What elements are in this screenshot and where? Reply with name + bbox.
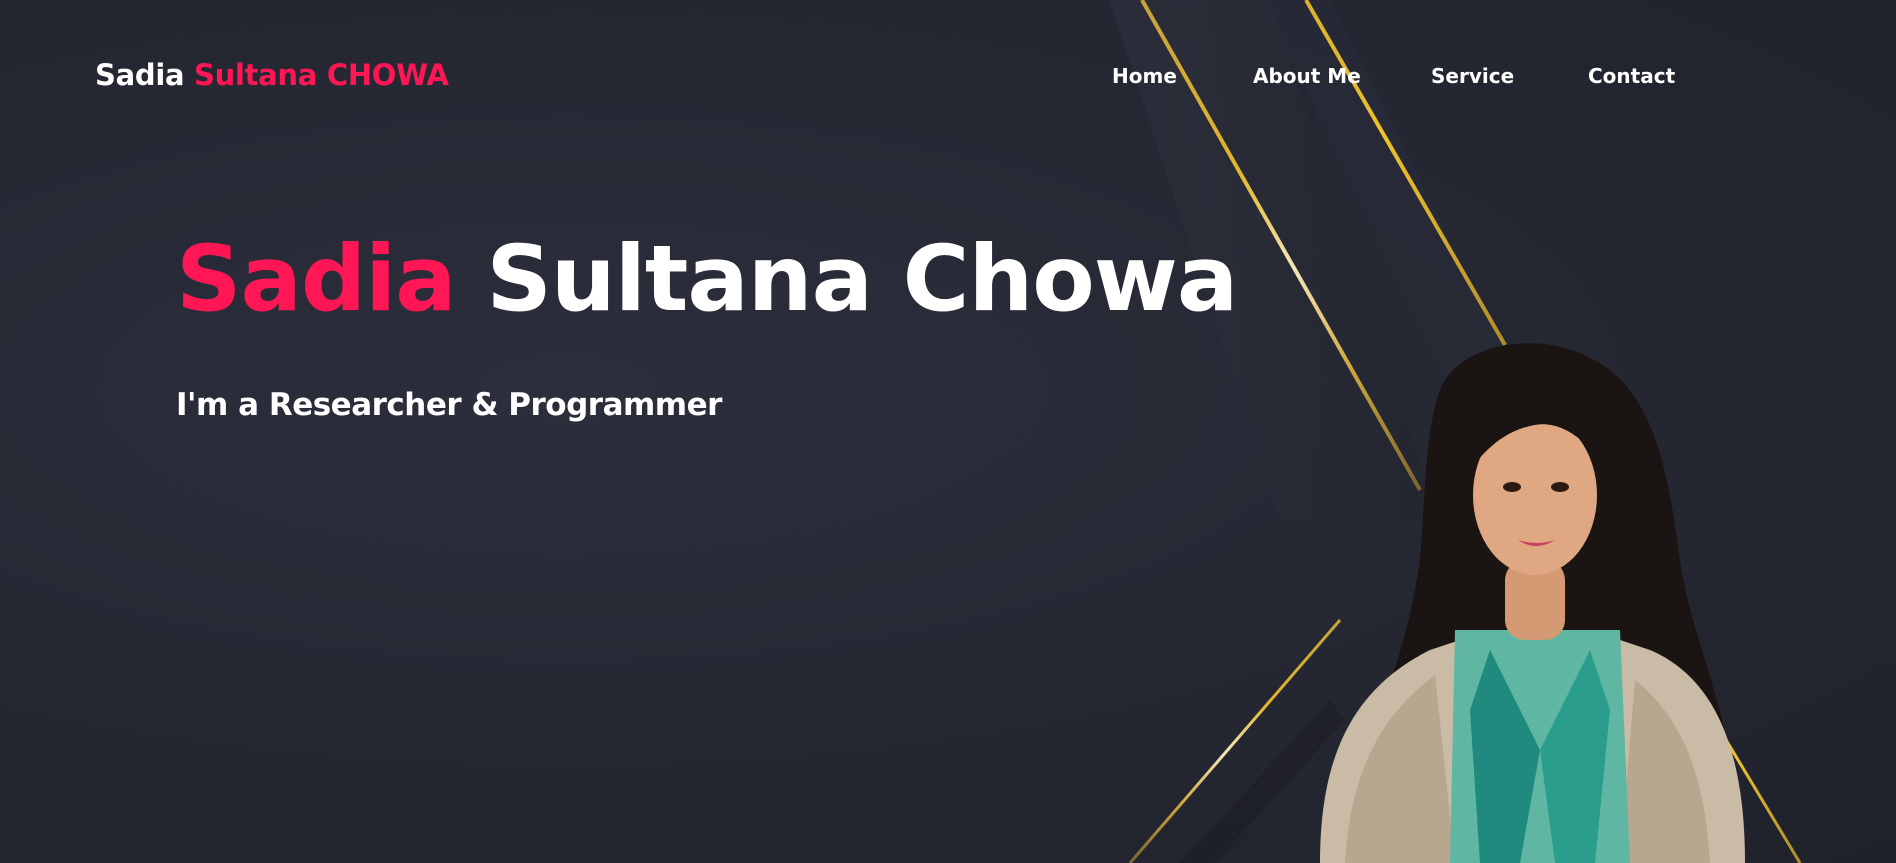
nav-link-about-me[interactable]: About Me <box>1253 64 1361 88</box>
brand-logo[interactable]: Sadia Sultana CHOWA <box>95 58 449 92</box>
hero-title-first: Sadia <box>176 227 457 332</box>
navbar: Sadia Sultana CHOWA Home About Me Servic… <box>0 0 1896 155</box>
nav-link-home[interactable]: Home <box>1112 64 1177 88</box>
brand-first-name: Sadia <box>95 58 185 92</box>
profile-photo <box>1320 343 1745 863</box>
brand-rest-name: Sultana CHOWA <box>194 58 449 92</box>
nav-link-contact[interactable]: Contact <box>1588 64 1675 88</box>
nav-link-service[interactable]: Service <box>1431 64 1514 88</box>
hero-subtitle: I'm a Researcher & Programmer <box>176 387 722 423</box>
hero-title: Sadia Sultana Chowa <box>176 227 1238 332</box>
hero-title-rest: Sultana Chowa <box>486 227 1238 332</box>
